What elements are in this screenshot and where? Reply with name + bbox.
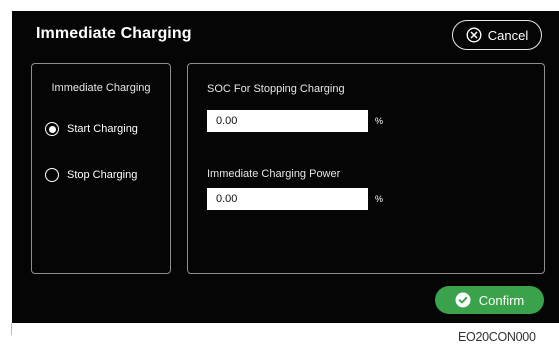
frame-divider bbox=[11, 323, 12, 335]
power-input[interactable] bbox=[207, 188, 368, 210]
charging-mode-panel: Immediate Charging Start Charging Stop C… bbox=[31, 63, 171, 274]
soc-input[interactable] bbox=[207, 110, 368, 132]
start-charging-radio[interactable] bbox=[45, 122, 59, 136]
stop-charging-label: Stop Charging bbox=[67, 169, 138, 181]
charging-settings-panel: SOC For Stopping Charging % Immediate Ch… bbox=[187, 63, 545, 274]
soc-unit: % bbox=[375, 116, 384, 126]
confirm-button[interactable]: Confirm bbox=[435, 286, 544, 314]
power-label: Immediate Charging Power bbox=[207, 168, 341, 180]
immediate-charging-dialog: Immediate Charging Cancel Immediate Char… bbox=[12, 11, 559, 323]
cancel-button[interactable]: Cancel bbox=[452, 20, 542, 50]
cancel-button-label: Cancel bbox=[487, 27, 529, 43]
figure-code: EO20CON000 bbox=[458, 330, 536, 344]
close-circle-icon bbox=[466, 27, 482, 43]
start-charging-label: Start Charging bbox=[67, 123, 138, 135]
confirm-button-label: Confirm bbox=[478, 292, 525, 308]
charging-mode-label: Immediate Charging bbox=[51, 82, 151, 94]
dialog-title: Immediate Charging bbox=[36, 25, 192, 42]
power-unit: % bbox=[375, 194, 384, 204]
stop-charging-option[interactable]: Stop Charging bbox=[45, 168, 137, 182]
soc-label: SOC For Stopping Charging bbox=[207, 83, 345, 95]
check-circle-icon bbox=[455, 292, 471, 308]
radio-selected-dot bbox=[48, 125, 56, 133]
start-charging-option[interactable]: Start Charging bbox=[45, 122, 138, 136]
stop-charging-radio[interactable] bbox=[45, 168, 59, 182]
